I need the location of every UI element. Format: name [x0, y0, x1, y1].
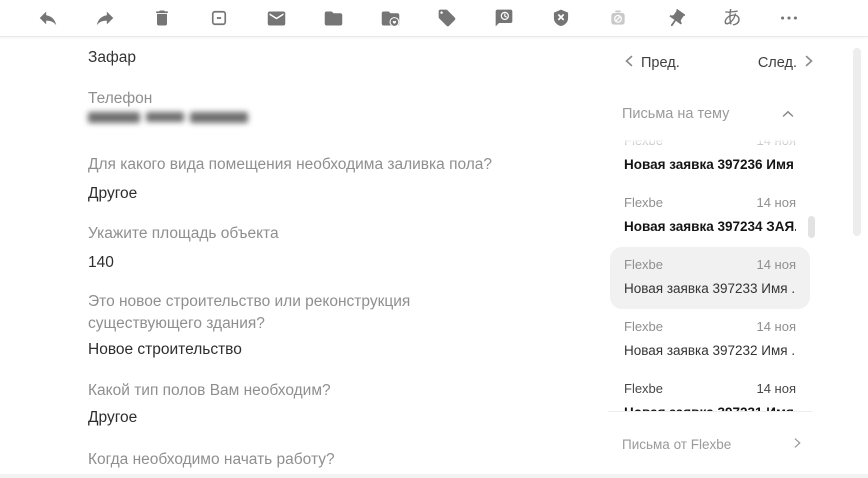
- list-scrollbar-thumb[interactable]: [808, 216, 815, 238]
- email-list-item[interactable]: Flexbe 14 ноя Новая заявка 397236 Имя ..…: [610, 137, 810, 185]
- email-subject: Новая заявка 397232 Имя ...: [624, 342, 796, 359]
- window-bottom-edge: [0, 474, 868, 478]
- folder-icon: [323, 8, 344, 29]
- archive-icon: [209, 8, 229, 28]
- label-tag-icon: [437, 8, 457, 28]
- same-topic-title: Письма на тему: [622, 106, 729, 122]
- question-construction: Это новое строительство или реконструкци…: [88, 291, 528, 335]
- email-sender: Flexbe: [624, 257, 663, 273]
- answer-area: 140: [88, 252, 114, 273]
- reply-button[interactable]: [36, 6, 60, 30]
- snooze-button-disabled[interactable]: [606, 6, 630, 30]
- delete-icon: [152, 8, 172, 28]
- forward-icon: [94, 7, 116, 29]
- email-date: 14 ноя: [756, 381, 796, 397]
- archive-button[interactable]: [207, 6, 231, 30]
- email-sender: Flexbe: [624, 195, 663, 211]
- snooze-off-icon: [608, 8, 628, 28]
- question-start-date: Когда необходимо начать работу?: [88, 449, 335, 470]
- related-mail-sidebar: Пред. След. Письма на тему Flexbe 14 ноя…: [608, 37, 848, 478]
- contact-name: Зафар: [88, 47, 136, 68]
- chevron-left-icon: [624, 55, 634, 71]
- email-date: 14 ноя: [756, 195, 796, 211]
- move-to-folder-button[interactable]: [378, 6, 402, 30]
- translate-icon: あ: [722, 9, 741, 28]
- same-topic-section-toggle[interactable]: Письма на тему: [622, 106, 794, 122]
- more-ellipsis-icon: [778, 7, 800, 29]
- email-date: 14 ноя: [756, 319, 796, 335]
- forward-button[interactable]: [93, 6, 117, 30]
- folder-button[interactable]: [321, 6, 345, 30]
- pin-icon: [665, 8, 686, 29]
- same-topic-email-list: Flexbe 14 ноя Новая заявка 397236 Имя ..…: [608, 137, 812, 412]
- chevron-right-icon: [804, 55, 814, 71]
- answer-floor-type: Другое: [88, 407, 137, 428]
- reminder-button[interactable]: [492, 6, 516, 30]
- prev-message-button[interactable]: Пред.: [624, 55, 680, 71]
- phone-value-redacted: [88, 109, 248, 125]
- mark-read-button[interactable]: [264, 6, 288, 30]
- email-list-item[interactable]: Flexbe 14 ноя Новая заявка 397234 ЗАЯ...: [610, 185, 810, 247]
- translate-button[interactable]: あ: [720, 6, 744, 30]
- email-sender: Flexbe: [624, 319, 663, 335]
- answer-room-type: Другое: [88, 183, 137, 204]
- next-label: След.: [758, 55, 797, 71]
- emails-from-flexbe-link[interactable]: Письма от Flexbe: [622, 437, 802, 452]
- email-subject: Новая заявка 397236 Имя ...: [624, 156, 796, 173]
- question-room-type: Для какого вида помещения необходима зал…: [88, 154, 492, 175]
- reply-icon: [37, 7, 59, 29]
- mail-app-window: あ Зафар Телефон Для какого вида помещени…: [0, 0, 868, 478]
- pin-button[interactable]: [663, 6, 687, 30]
- email-subject: Новая заявка 397234 ЗАЯ...: [624, 218, 796, 235]
- email-list-item-selected[interactable]: Flexbe 14 ноя Новая заявка 397233 Имя ..…: [610, 247, 810, 309]
- spam-button[interactable]: [549, 6, 573, 30]
- message-body: Зафар Телефон Для какого вида помещения …: [88, 37, 538, 478]
- question-floor-type: Какой тип полов Вам необходим?: [88, 380, 331, 401]
- email-date: 14 ноя: [756, 137, 796, 149]
- prev-label: Пред.: [641, 55, 680, 71]
- more-actions-button[interactable]: [777, 6, 801, 30]
- email-list-item[interactable]: Flexbe 14 ноя Новая заявка 397231 Имя: [610, 371, 810, 412]
- spam-shield-x-icon: [551, 8, 571, 28]
- email-sender: Flexbe: [624, 137, 663, 149]
- delete-button[interactable]: [150, 6, 174, 30]
- mail-envelope-icon: [266, 8, 287, 29]
- emails-from-flexbe-label: Письма от Flexbe: [622, 437, 731, 452]
- email-subject: Новая заявка 397231 Имя: [624, 404, 796, 412]
- chevron-right-icon: [793, 437, 802, 452]
- move-to-folder-icon: [380, 8, 401, 29]
- email-subject: Новая заявка 397233 Имя ...: [624, 280, 796, 297]
- page-scrollbar[interactable]: [853, 48, 861, 236]
- email-date: 14 ноя: [756, 257, 796, 273]
- chevron-up-icon: [782, 106, 794, 122]
- answer-construction: Новое строительство: [88, 339, 242, 360]
- message-nav: Пред. След.: [624, 55, 814, 71]
- message-toolbar: あ: [0, 0, 868, 37]
- phone-label: Телефон: [88, 88, 152, 109]
- email-list-item[interactable]: Flexbe 14 ноя Новая заявка 397232 Имя ..…: [610, 309, 810, 371]
- next-message-button[interactable]: След.: [758, 55, 814, 71]
- question-area: Укажите площадь объекта: [88, 223, 279, 244]
- chat-clock-icon: [494, 8, 514, 28]
- label-button[interactable]: [435, 6, 459, 30]
- email-sender: Flexbe: [624, 381, 663, 397]
